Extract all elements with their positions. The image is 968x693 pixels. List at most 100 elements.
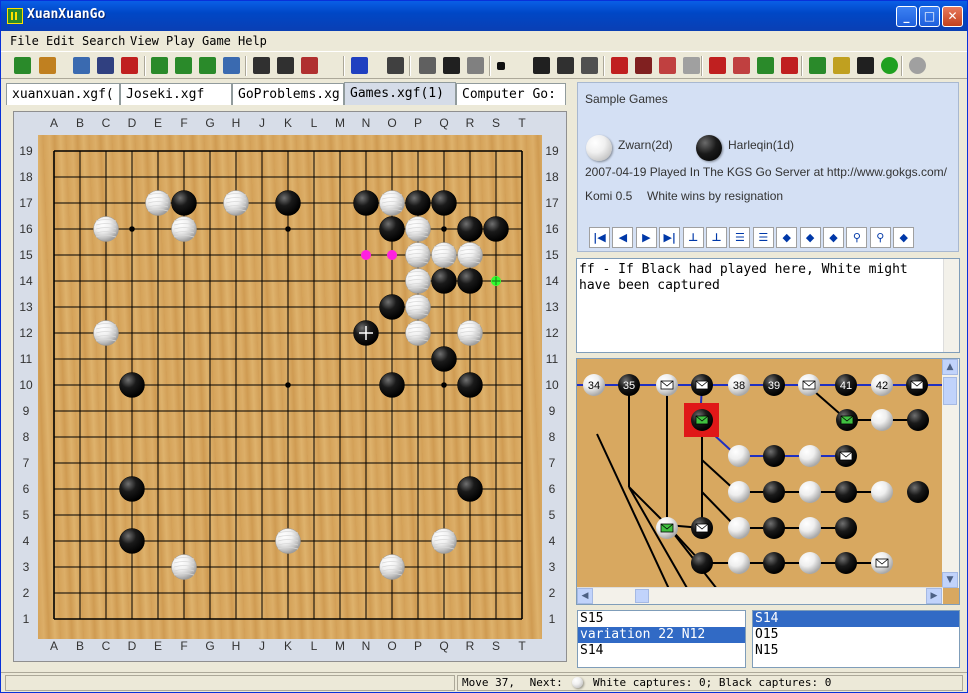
tree-node-white (871, 481, 893, 503)
menu-file[interactable]: File (10, 34, 39, 48)
list-item[interactable]: N15 (753, 643, 959, 659)
menu-edit[interactable]: Edit (46, 34, 75, 48)
nav-button-5[interactable]: ⊥ (706, 227, 727, 248)
scroll-left-icon[interactable]: ◀ (577, 588, 593, 604)
scroll-right-icon[interactable]: ▶ (926, 588, 942, 604)
row-label-left: 13 (19, 300, 33, 314)
tab-joseki[interactable]: Joseki.xgf (120, 83, 232, 105)
flip-icon[interactable] (387, 57, 404, 74)
info-icon[interactable] (443, 57, 460, 74)
save-icon[interactable] (97, 57, 114, 74)
mark-icon[interactable] (611, 57, 628, 74)
black-stone (457, 476, 483, 502)
column-label-bottom: A (49, 639, 58, 653)
nav-button-7[interactable]: ☰ (752, 227, 774, 248)
list-item[interactable]: S15 (578, 611, 745, 627)
column-label-top: E (153, 116, 162, 130)
nav-button-11[interactable]: ⚲ (846, 227, 868, 248)
rotate-icon[interactable] (351, 57, 368, 74)
game-tree[interactable]: 34 35 38 39 41 42 (577, 359, 943, 588)
nav-button-2[interactable]: ▶ (635, 227, 657, 248)
go-logo-icon[interactable] (857, 57, 874, 74)
tab-computer-go[interactable]: Computer Go: (456, 83, 566, 105)
triangle-mark-icon[interactable] (635, 57, 652, 74)
move-down-icon[interactable] (709, 57, 726, 74)
menu-search[interactable]: Search (82, 34, 125, 48)
toolbar (1, 51, 967, 79)
red-bookmark-icon[interactable] (781, 57, 798, 74)
tab-goproblems[interactable]: GoProblems.xg (232, 83, 344, 105)
scroll-down-icon[interactable]: ▼ (942, 572, 958, 588)
nav-button-4[interactable]: ⊥ (682, 227, 704, 248)
close-icon[interactable] (121, 57, 138, 74)
black-stone-icon[interactable] (497, 62, 505, 70)
tree-horizontal-scrollbar[interactable]: ◀ ▶ (577, 587, 943, 604)
green-bookmark-icon[interactable] (809, 57, 826, 74)
hoshi-point (129, 226, 135, 232)
menu-play[interactable]: Play (166, 34, 195, 48)
print-icon[interactable] (223, 57, 240, 74)
comment-scrollbar[interactable] (943, 259, 959, 352)
nav-button-9[interactable]: ◆ (799, 227, 821, 248)
game-info-panel: Sample Games Zwarn(2d) Harleqin(1d) 2007… (577, 82, 959, 252)
nav-button-10[interactable]: ◆ (823, 227, 844, 248)
title-bar: XuanXuanGo _ □ ✕ (1, 1, 967, 31)
move-number-icon[interactable] (277, 57, 294, 74)
nav-button-12[interactable]: ⚲ (869, 227, 891, 248)
nav-button-1[interactable]: ◀ (612, 227, 634, 248)
status-green-icon[interactable] (881, 57, 898, 74)
open-icon[interactable] (39, 57, 56, 74)
go-board[interactable] (38, 135, 542, 639)
nav-button-13[interactable]: ◆ (893, 227, 915, 248)
list-item-selected[interactable]: variation 22 N12 (578, 627, 745, 643)
yellow-bookmark-icon[interactable] (833, 57, 850, 74)
minimize-button[interactable]: _ (896, 6, 917, 27)
tree-node-black (763, 481, 785, 503)
row-label-right: 4 (548, 534, 556, 548)
board-setup3-icon[interactable] (199, 57, 216, 74)
tree-vertical-scrollbar[interactable]: ▲ ▼ (942, 359, 959, 588)
hand-icon[interactable] (581, 57, 598, 74)
comment-box[interactable]: ff - If Black had played here, White mig… (576, 258, 960, 353)
search-icon[interactable] (73, 57, 90, 74)
board-setup-icon[interactable] (151, 57, 168, 74)
move-up-icon[interactable] (683, 57, 700, 74)
row-label-left: 6 (22, 482, 30, 496)
variation-list[interactable]: S15 variation 22 N12 S14 (577, 610, 746, 668)
add-stone-icon[interactable] (533, 57, 550, 74)
grid-icon[interactable] (253, 57, 270, 74)
list-item[interactable]: S14 (578, 643, 745, 659)
crosshair-icon[interactable] (557, 57, 574, 74)
scroll-up-icon[interactable]: ▲ (942, 359, 958, 375)
candidate-list[interactable]: S14 O15 N15 (752, 610, 960, 668)
black-stone (457, 216, 483, 242)
result-text: White wins by resignation (647, 189, 784, 203)
new-game-icon[interactable] (14, 57, 31, 74)
close-button[interactable]: ✕ (942, 6, 963, 27)
black-stone (379, 372, 405, 398)
menu-help[interactable]: Help (238, 34, 267, 48)
nav-button-0[interactable]: |◀ (589, 227, 610, 248)
tree-hscroll-thumb[interactable] (635, 589, 649, 603)
status-gray-icon[interactable] (909, 57, 926, 74)
nav-button-6[interactable]: ☰ (729, 227, 751, 248)
nav-button-3[interactable]: ▶| (659, 227, 681, 248)
menu-game[interactable]: Game (202, 34, 231, 48)
column-label-bottom: B (75, 639, 84, 653)
nav-button-8[interactable]: ◆ (776, 227, 798, 248)
edit-icon[interactable] (419, 57, 436, 74)
board-setup2-icon[interactable] (175, 57, 192, 74)
note-icon[interactable] (733, 57, 750, 74)
column-label-bottom: O (387, 639, 397, 653)
tab-xuanxuan[interactable]: xuanxuan.xgf( (6, 83, 120, 105)
list-item-selected[interactable]: S14 (753, 611, 959, 627)
label-icon[interactable] (659, 57, 676, 74)
list-item[interactable]: O15 (753, 627, 959, 643)
eraser-icon[interactable] (467, 57, 484, 74)
tab-games[interactable]: Games.xgf(1) (344, 82, 456, 105)
menu-view[interactable]: View (130, 34, 159, 48)
check-icon[interactable] (757, 57, 774, 74)
tree-vscroll-thumb[interactable] (943, 377, 957, 405)
coordinates-icon[interactable] (301, 57, 318, 74)
maximize-button[interactable]: □ (919, 6, 940, 27)
